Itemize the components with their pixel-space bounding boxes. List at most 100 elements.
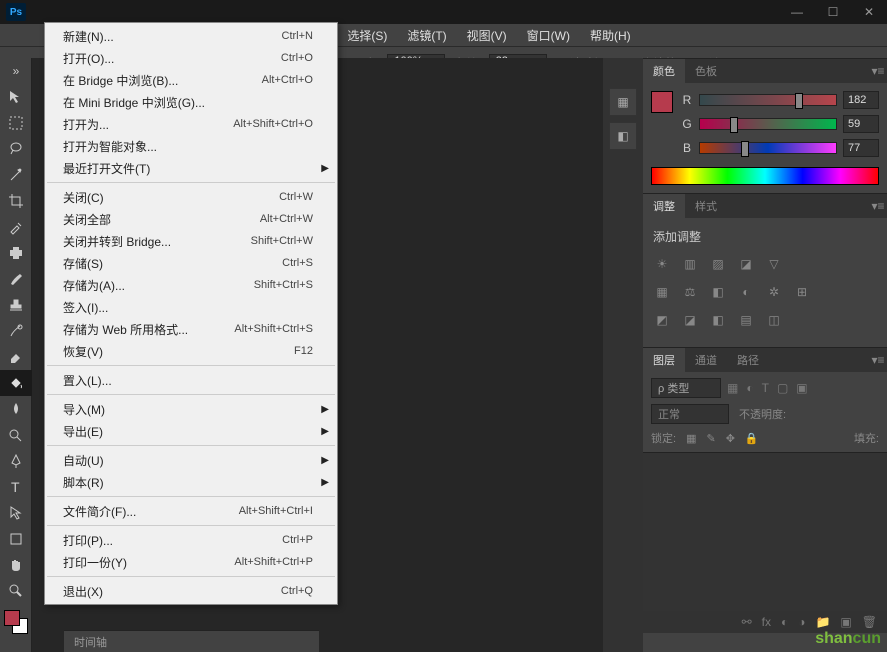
filter-adjust-icon[interactable]: ◐ [746,381,753,395]
vibrance-icon[interactable]: ▽ [765,255,783,273]
styles-tab[interactable]: 样式 [685,194,727,218]
g-value[interactable]: 59 [843,115,879,133]
eyedropper-tool[interactable] [0,214,32,240]
r-value[interactable]: 182 [843,91,879,109]
menu-print[interactable]: 打印(P)...Ctrl+P [45,529,337,551]
type-tool[interactable]: T [0,474,32,500]
menu-scripts[interactable]: 脚本(R)▶ [45,471,337,493]
blur-tool[interactable] [0,396,32,422]
brightness-icon[interactable]: ☀ [653,255,671,273]
filter-smart-icon[interactable]: ▣ [796,381,807,395]
history-brush-tool[interactable] [0,318,32,344]
wand-tool[interactable] [0,162,32,188]
menu-close-all[interactable]: 关闭全部Alt+Ctrl+W [45,208,337,230]
bw-icon[interactable]: ◧ [709,283,727,301]
g-slider[interactable] [699,118,837,130]
menu-file-info[interactable]: 文件简介(F)...Alt+Shift+Ctrl+I [45,500,337,522]
posterize-icon[interactable]: ◪ [681,311,699,329]
menu-filter[interactable]: 滤镜(T) [397,24,456,46]
menu-save[interactable]: 存储(S)Ctrl+S [45,252,337,274]
menu-open-as[interactable]: 打开为...Alt+Shift+Ctrl+O [45,113,337,135]
link-layers-icon[interactable]: ⚯ [742,615,752,629]
menu-new[interactable]: 新建(N)...Ctrl+N [45,25,337,47]
color-swatches[interactable] [0,608,31,636]
levels-icon[interactable]: ▥ [681,255,699,273]
healing-tool[interactable] [0,240,32,266]
exposure-icon[interactable]: ◪ [737,255,755,273]
crop-tool[interactable] [0,188,32,214]
shape-tool[interactable] [0,526,32,552]
menu-select[interactable]: 选择(S) [337,24,397,46]
menu-save-as[interactable]: 存储为(A)...Shift+Ctrl+S [45,274,337,296]
hue-icon[interactable]: ▦ [653,283,671,301]
selective-color-icon[interactable]: ◫ [765,311,783,329]
delete-layer-icon[interactable]: 🗑 [862,615,877,629]
paths-tab[interactable]: 路径 [727,348,769,372]
menu-close-goto-bridge[interactable]: 关闭并转到 Bridge...Shift+Ctrl+W [45,230,337,252]
layer-filter-kind[interactable]: ρ 类型 [651,378,721,398]
menu-close[interactable]: 关闭(C)Ctrl+W [45,186,337,208]
channels-tab[interactable]: 通道 [685,348,727,372]
menu-help[interactable]: 帮助(H) [580,24,641,46]
menu-print-one[interactable]: 打印一份(Y)Alt+Shift+Ctrl+P [45,551,337,573]
expand-toolbox-icon[interactable]: » [0,58,32,84]
lock-all-icon[interactable]: 🔒 [745,432,759,445]
maximize-button[interactable]: ☐ [815,2,851,22]
lock-pixels-icon[interactable]: ✎ [706,432,715,445]
blend-mode-select[interactable]: 正常 [651,404,729,424]
menu-open-smart-object[interactable]: 打开为智能对象... [45,135,337,157]
channel-mixer-icon[interactable]: ✲ [765,283,783,301]
brush-tool[interactable] [0,266,32,292]
b-value[interactable]: 77 [843,139,879,157]
layer-fx-icon[interactable]: fx [762,615,771,629]
photo-filter-icon[interactable]: ◐ [737,283,755,301]
menu-view[interactable]: 视图(V) [457,24,517,46]
fg-color-swatch[interactable] [651,91,673,113]
eraser-tool[interactable] [0,344,32,370]
menu-open-recent[interactable]: 最近打开文件(T)▶ [45,157,337,179]
layer-mask-icon[interactable]: ◐ [781,615,788,629]
layers-tab[interactable]: 图层 [643,348,685,372]
menu-browse-mini-bridge[interactable]: 在 Mini Bridge 中浏览(G)... [45,91,337,113]
filter-pixel-icon[interactable]: ▦ [727,381,738,395]
minimize-button[interactable]: — [779,2,815,22]
filter-type-icon[interactable]: T [762,381,769,395]
filter-shape-icon[interactable]: ▢ [777,381,788,395]
panel-menu-icon[interactable]: ▾≡ [869,348,887,372]
panel-menu-icon[interactable]: ▾≡ [869,59,887,83]
menu-revert[interactable]: 恢复(V)F12 [45,340,337,362]
swatches-tab[interactable]: 色板 [685,59,727,83]
menu-import[interactable]: 导入(M)▶ [45,398,337,420]
move-tool[interactable] [0,84,32,110]
adjustments-tab[interactable]: 调整 [643,194,685,218]
b-slider[interactable] [699,142,837,154]
menu-window[interactable]: 窗口(W) [517,24,580,46]
stamp-tool[interactable] [0,292,32,318]
hand-tool[interactable] [0,552,32,578]
lookup-icon[interactable]: ⊞ [793,283,811,301]
menu-automate[interactable]: 自动(U)▶ [45,449,337,471]
threshold-icon[interactable]: ◧ [709,311,727,329]
properties-panel-icon[interactable]: ◧ [609,122,637,150]
timeline-label[interactable]: 时间轴 [74,634,107,650]
menu-open[interactable]: 打开(O)...Ctrl+O [45,47,337,69]
menu-exit[interactable]: 退出(X)Ctrl+Q [45,580,337,602]
color-tab[interactable]: 颜色 [643,59,685,83]
zoom-tool[interactable] [0,578,32,604]
lock-position-icon[interactable]: ✥ [726,432,735,445]
path-select-tool[interactable] [0,500,32,526]
lock-transparency-icon[interactable]: ▦ [686,432,696,445]
paint-bucket-tool[interactable] [0,370,32,396]
color-balance-icon[interactable]: ⚖ [681,283,699,301]
new-layer-icon[interactable]: ▣ [840,615,851,629]
menu-save-for-web[interactable]: 存储为 Web 所用格式...Alt+Shift+Ctrl+S [45,318,337,340]
pen-tool[interactable] [0,448,32,474]
curves-icon[interactable]: ▨ [709,255,727,273]
dodge-tool[interactable] [0,422,32,448]
panel-menu-icon[interactable]: ▾≡ [869,194,887,218]
lasso-tool[interactable] [0,136,32,162]
menu-export[interactable]: 导出(E)▶ [45,420,337,442]
menu-place[interactable]: 置入(L)... [45,369,337,391]
menu-browse-bridge[interactable]: 在 Bridge 中浏览(B)...Alt+Ctrl+O [45,69,337,91]
history-panel-icon[interactable]: ▦ [609,88,637,116]
